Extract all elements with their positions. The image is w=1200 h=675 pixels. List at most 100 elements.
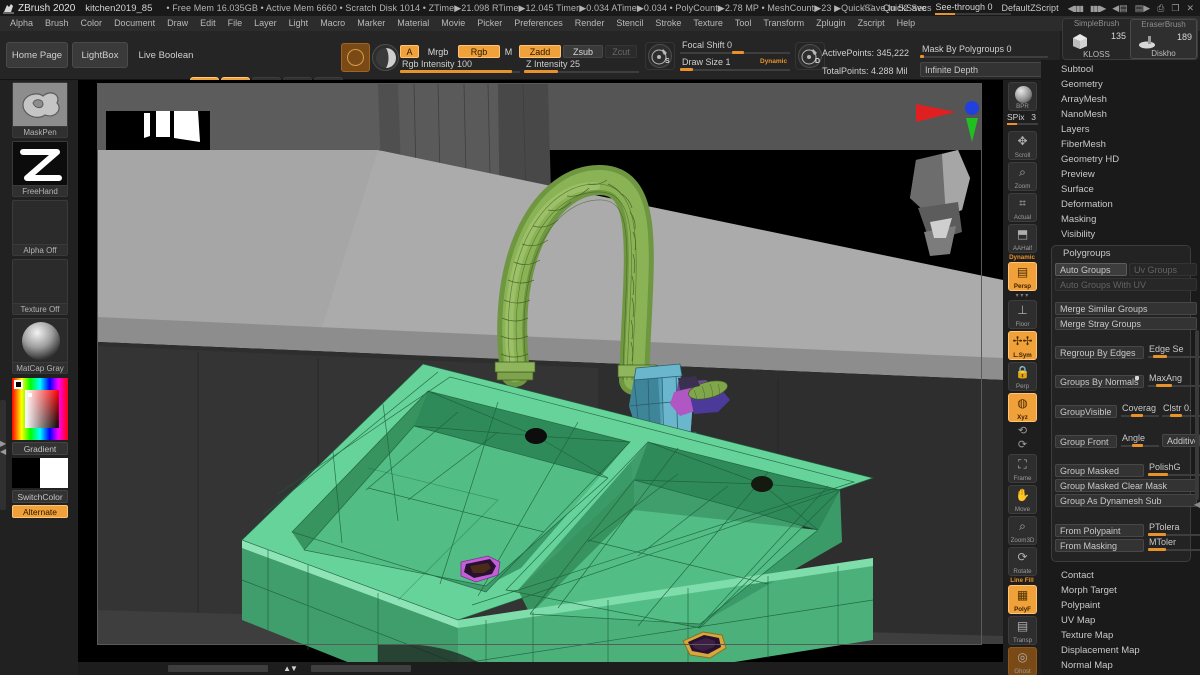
nav-right-icon[interactable]: ▮▮▮▶ <box>1090 4 1106 13</box>
viewport-button-perp[interactable]: 🔒 Perp <box>1008 362 1037 391</box>
rgb-intensity-slider[interactable]: Rgb Intensity 100 <box>400 59 520 73</box>
menu-item-texture[interactable]: Texture <box>687 16 729 31</box>
menu-item-material[interactable]: Material <box>391 16 435 31</box>
color-swatches[interactable] <box>12 458 68 488</box>
tool-section-contact[interactable]: Contact <box>1061 568 1094 583</box>
menu-item-picker[interactable]: Picker <box>471 16 508 31</box>
auto-groups-button[interactable]: Auto Groups <box>1055 263 1127 276</box>
tool-section-polypaint[interactable]: Polypaint <box>1061 598 1100 613</box>
window-layout-left-icon[interactable]: ◀▤ <box>1112 3 1127 14</box>
infinite-depth-button[interactable]: Infinite Depth <box>920 62 1050 77</box>
alternate-button[interactable]: Alternate <box>12 505 68 518</box>
bottom-scroll-right-segment[interactable] <box>311 665 411 672</box>
sidebar-slot-alpha[interactable]: Alpha Off <box>12 200 68 256</box>
z-intensity-slider[interactable]: Z Intensity 25 <box>524 59 639 73</box>
mtolerance-slider[interactable]: MToler <box>1148 537 1200 551</box>
merge-stray-groups-button[interactable]: Merge Stray Groups <box>1055 317 1197 330</box>
focal-shift-slider[interactable]: Focal Shift 0 <box>680 40 790 54</box>
quicksave-button[interactable]: QuickSave <box>883 3 927 13</box>
gradient-button[interactable]: Gradient <box>12 442 68 455</box>
tool-section-displacement-map[interactable]: Displacement Map <box>1061 643 1140 658</box>
minimize-icon[interactable]: ⎙ <box>1157 3 1164 14</box>
viewport-button-frame[interactable]: ⛶ Frame <box>1008 454 1037 483</box>
from-masking-button[interactable]: From Masking <box>1055 539 1144 552</box>
max-angle-slider[interactable]: MaxAng <box>1148 373 1200 387</box>
from-polypaint-button[interactable]: From Polypaint <box>1055 524 1144 537</box>
see-through-slider[interactable]: See-through 0 <box>935 2 1012 15</box>
angle-slider[interactable]: Angle <box>1121 433 1159 447</box>
tool-section-texture-map[interactable]: Texture Map <box>1061 628 1113 643</box>
tool-section-morph-target[interactable]: Morph Target <box>1061 583 1117 598</box>
menu-item-marker[interactable]: Marker <box>351 16 391 31</box>
brush-slot-simplebrush[interactable]: SimpleBrush 135 KLOSS <box>1063 19 1130 59</box>
merge-similar-groups-button[interactable]: Merge Similar Groups <box>1055 302 1197 315</box>
brush-slot-eraserbrush[interactable]: EraserBrush 189 Diskho <box>1129 19 1197 59</box>
group-visible-button[interactable]: GroupVisible <box>1055 405 1117 418</box>
chip-zcut[interactable]: Zcut <box>605 45 637 58</box>
bottom-scroll-left-segment[interactable] <box>168 665 268 672</box>
dynamic-tag[interactable]: Dynamic <box>760 58 787 65</box>
secondary-color-swatch[interactable] <box>40 458 68 488</box>
spix-slider[interactable]: SPix 3 <box>1007 112 1038 125</box>
menu-item-layer[interactable]: Layer <box>248 16 283 31</box>
menu-item-alpha[interactable]: Alpha <box>4 16 39 31</box>
lightbox-button[interactable]: LightBox <box>72 42 128 68</box>
orbit-icon-2[interactable]: ⟳ <box>1015 438 1030 451</box>
menu-item-edit[interactable]: Edit <box>194 16 222 31</box>
ptolerance-slider[interactable]: PTolera <box>1148 522 1200 536</box>
menu-item-render[interactable]: Render <box>569 16 611 31</box>
color-picker[interactable] <box>12 378 68 440</box>
tool-section-fibermesh[interactable]: FiberMesh <box>1061 137 1106 152</box>
uv-groups-button[interactable]: Uv Groups <box>1129 263 1197 276</box>
tool-section-visibility[interactable]: Visibility <box>1061 227 1095 242</box>
menu-item-file[interactable]: File <box>222 16 249 31</box>
orbit-icon-1[interactable]: ⟲ <box>1015 424 1030 437</box>
menu-item-transform[interactable]: Transform <box>757 16 810 31</box>
viewport-button-lsym[interactable]: ✢✢ L.Sym <box>1008 331 1037 360</box>
viewport-button-zoom3d[interactable]: ⌕ Zoom3D <box>1008 516 1037 545</box>
mask-by-polygroups-slider[interactable]: Mask By Polygroups 0 <box>920 44 1048 58</box>
restore-icon[interactable]: ❐ <box>1171 3 1179 14</box>
viewport-button-transp[interactable]: ▤ Transp <box>1008 616 1037 645</box>
menu-item-zscript[interactable]: Zscript <box>852 16 891 31</box>
viewport-button-scroll[interactable]: ✥ Scroll <box>1008 131 1037 160</box>
group-front-button[interactable]: Group Front <box>1055 435 1117 448</box>
bottom-scroll-center-arrows[interactable]: ▲▼ <box>273 665 307 673</box>
polish-group-slider[interactable]: PolishG <box>1148 462 1200 476</box>
menu-item-movie[interactable]: Movie <box>435 16 471 31</box>
menu-item-stencil[interactable]: Stencil <box>610 16 649 31</box>
viewport-button-floor[interactable]: ⊥ Floor <box>1008 300 1037 329</box>
bottom-scroll-track[interactable]: ▲▼ <box>168 665 411 673</box>
viewport-button-xyz[interactable]: ◍ Xyz <box>1008 393 1037 422</box>
sidebar-slot-maskpen[interactable]: MaskPen <box>12 82 68 138</box>
tool-section-surface[interactable]: Surface <box>1061 182 1094 197</box>
tool-section-arraymesh[interactable]: ArrayMesh <box>1061 92 1107 107</box>
coverage-slider[interactable]: Coverag <box>1121 403 1159 417</box>
bpr-render-button[interactable]: BPR <box>1008 82 1037 111</box>
viewport-button-actual[interactable]: ⌗ Actual <box>1008 193 1037 222</box>
tool-section-nanomesh[interactable]: NanoMesh <box>1061 107 1107 122</box>
tool-section-normal-map[interactable]: Normal Map <box>1061 658 1113 673</box>
menu-item-macro[interactable]: Macro <box>314 16 351 31</box>
groups-by-normals-button[interactable]: Groups By Normals <box>1055 375 1144 388</box>
tool-section-preview[interactable]: Preview <box>1061 167 1095 182</box>
menu-item-light[interactable]: Light <box>283 16 315 31</box>
tool-palette-collapse-arrow[interactable]: ◀ <box>1194 500 1200 509</box>
menu-item-color[interactable]: Color <box>75 16 109 31</box>
tool-section-deformation[interactable]: Deformation <box>1061 197 1113 212</box>
viewport-button-persp[interactable]: ▤ Persp <box>1008 262 1037 291</box>
chip-rgb[interactable]: Rgb <box>458 45 500 58</box>
tool-section-layers[interactable]: Layers <box>1061 122 1090 137</box>
viewport-render[interactable] <box>78 80 1003 662</box>
nav-left-icon[interactable]: ◀▮▮▮ <box>1068 4 1084 13</box>
primary-color-swatch[interactable] <box>12 458 40 488</box>
viewport-button-polyf[interactable]: ▦ PolyF <box>1008 585 1037 614</box>
chip-zadd[interactable]: Zadd <box>519 45 561 58</box>
auto-groups-with-uv-button[interactable]: Auto Groups With UV <box>1055 278 1197 291</box>
group-as-dynamesh-sub-button[interactable]: Group As Dynamesh Sub <box>1055 494 1197 507</box>
sidebar-slot-matcap[interactable]: MatCap Gray <box>12 318 68 374</box>
menu-item-stroke[interactable]: Stroke <box>649 16 687 31</box>
viewport-button-ghost[interactable]: ◎ Ghost <box>1008 647 1037 675</box>
tool-section-geometry[interactable]: Geometry <box>1061 77 1103 92</box>
chip-zsub[interactable]: Zsub <box>563 45 603 58</box>
